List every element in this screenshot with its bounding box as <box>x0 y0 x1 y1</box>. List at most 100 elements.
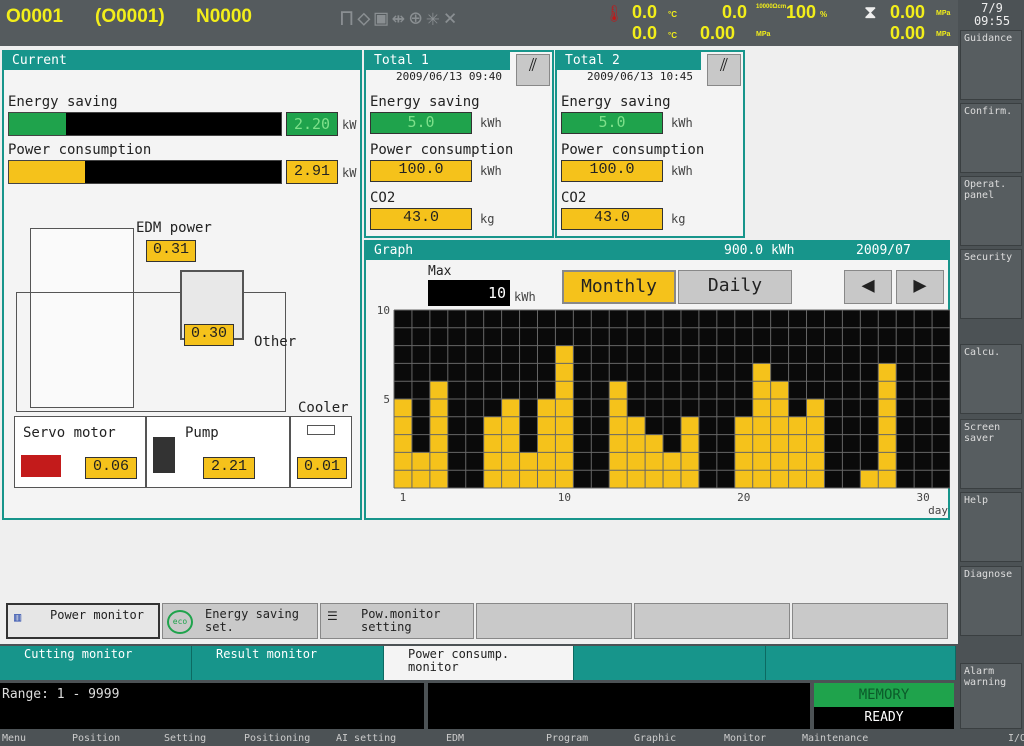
energy-saving-label: Energy saving <box>8 94 118 110</box>
total1-title: Total 1 <box>366 52 510 70</box>
softkey-energy-saving-set[interactable]: eco Energy saving set. <box>162 603 318 639</box>
total2-power-unit: kWh <box>671 164 693 178</box>
graph-period: 2009/07 <box>856 243 911 258</box>
bar-day-21 <box>752 363 771 488</box>
softkey-pow-monitor-setting[interactable]: ☰ Pow.monitor setting <box>320 603 474 639</box>
y-tick-label: 10 <box>377 306 390 317</box>
x-tick-label: 20 <box>737 491 750 504</box>
menu-monitor[interactable]: Monitor <box>724 733 766 744</box>
x-tick-label: 30 <box>916 491 929 504</box>
current-title: Current <box>4 52 360 70</box>
max-input[interactable]: 10 <box>428 280 510 306</box>
total1-energy-unit: kWh <box>480 116 502 130</box>
graph-header: Graph 900.0 kWh 2009/07 <box>366 242 948 260</box>
menu-graphic[interactable]: Graphic <box>634 733 676 744</box>
monthly-button[interactable]: Monthly <box>562 270 676 304</box>
total2-power-label: Power consumption <box>561 142 705 158</box>
softkey-power-monitor[interactable]: ▥ Power monitor <box>6 603 160 639</box>
sidebar-operat-panel[interactable]: Operat. panel <box>960 176 1022 246</box>
softkey-label: Power monitor <box>50 608 144 622</box>
tab-empty-5[interactable] <box>766 646 956 680</box>
power-consumption-bar <box>8 160 282 184</box>
menu-maintenance[interactable]: Maintenance <box>802 733 868 744</box>
bar-day-27 <box>860 470 879 488</box>
menu-ai-setting[interactable]: AI setting <box>336 733 396 744</box>
cooler-icon <box>307 425 335 435</box>
total2-co2-unit: kg <box>671 212 686 226</box>
energy-saving-value: 2.20 <box>286 112 338 136</box>
menu-position[interactable]: Position <box>72 733 120 744</box>
servo-motor-label: Servo motor <box>23 425 116 441</box>
time: 09:55 <box>973 14 1011 28</box>
main-area: Current Energy saving 2.20 kW Power cons… <box>0 46 958 644</box>
menu-io[interactable]: I/O <box>1008 733 1024 744</box>
next-arrow-button[interactable]: ▶ <box>896 270 944 304</box>
total2-title: Total 2 <box>557 52 701 70</box>
current-panel: Current Energy saving 2.20 kW Power cons… <box>2 50 362 520</box>
menu-edm[interactable]: EDM <box>446 733 464 744</box>
bar-chart-icon: ▥ <box>14 610 22 624</box>
sidebar-diagnose[interactable]: Diagnose <box>960 566 1022 636</box>
softkey-empty-5[interactable] <box>634 603 790 639</box>
total1-co2-value: 43.0 <box>370 208 472 230</box>
sidebar-alarm-warning[interactable]: Alarm warning <box>960 663 1022 729</box>
daily-button[interactable]: Daily <box>678 270 792 304</box>
bar-day-28 <box>878 363 897 488</box>
temp2-value: 0.0 <box>632 23 658 43</box>
message-area <box>428 683 810 729</box>
pump-value: 2.21 <box>203 457 255 479</box>
softkey-empty-6[interactable] <box>792 603 948 639</box>
sidebar-calcu[interactable]: Calcu. <box>960 344 1022 414</box>
menu-setting[interactable]: Setting <box>164 733 206 744</box>
resistivity-value: 0.0 <box>722 2 748 22</box>
total1-co2-label: CO2 <box>370 190 396 206</box>
total1-power-unit: kWh <box>480 164 502 178</box>
override-value: 100 <box>786 2 817 22</box>
program-number: O0001 <box>6 6 64 27</box>
total2-energy-unit: kWh <box>671 116 693 130</box>
eco-icon: eco <box>167 610 193 634</box>
total2-energy-value: 5.0 <box>561 112 663 134</box>
thermometer-icon: 🌡 <box>604 4 625 23</box>
softkey-empty-4[interactable] <box>476 603 632 639</box>
machine-base <box>16 292 286 412</box>
tab-result-monitor[interactable]: Result monitor <box>192 646 384 680</box>
menu-positioning[interactable]: Positioning <box>244 733 310 744</box>
sidebar-help[interactable]: Help <box>960 492 1022 562</box>
bar-day-7 <box>501 399 520 488</box>
cooler-box: 0.01 <box>290 416 352 488</box>
pressure3-unit: MPa <box>936 31 951 38</box>
total1-reset-button[interactable]: ⫽ <box>516 54 550 86</box>
bar-day-15 <box>645 434 664 488</box>
cooler-label: Cooler <box>298 400 349 416</box>
menu-menu[interactable]: Menu <box>2 733 26 744</box>
menu-program[interactable]: Program <box>546 733 588 744</box>
tab-empty-4[interactable] <box>574 646 766 680</box>
machine-function-icons: ⊓◇▣⇹⊕✳⨯ <box>340 6 461 31</box>
sidebar-screen-saver[interactable]: Screen saver <box>960 419 1022 489</box>
total2-reset-button[interactable]: ⫽ <box>707 54 741 86</box>
total1-co2-unit: kg <box>480 212 495 226</box>
sidebar-security[interactable]: Security <box>960 249 1022 319</box>
other-label: Other <box>254 334 297 350</box>
sidebar-confirm[interactable]: Confirm. <box>960 103 1022 173</box>
program-number-paren: (O0001) <box>95 6 165 27</box>
total1-energy-label: Energy saving <box>370 94 480 110</box>
prev-arrow-button[interactable]: ◀ <box>844 270 892 304</box>
pressure3-value: 0.00 <box>890 23 926 43</box>
servo-motor-box: Servo motor 0.06 <box>14 416 146 488</box>
ready-indicator: READY <box>814 707 954 729</box>
servo-motor-icon <box>21 455 61 477</box>
total2-energy-label: Energy saving <box>561 94 671 110</box>
total1-power-value: 100.0 <box>370 160 472 182</box>
cooler-value: 0.01 <box>297 457 347 479</box>
mode-indicator: MEMORY <box>814 683 954 707</box>
sidebar-guidance[interactable]: Guidance <box>960 30 1022 100</box>
energy-saving-unit: kW <box>342 118 357 132</box>
total2-panel: Total 2 2009/06/13 10:45 ⫽ Energy saving… <box>555 50 745 238</box>
tab-cutting-monitor[interactable]: Cutting monitor <box>0 646 192 680</box>
tab-power-consump-monitor[interactable]: Power consump. monitor <box>384 646 574 680</box>
edm-power-value: 0.31 <box>146 240 196 262</box>
total1-energy-value: 5.0 <box>370 112 472 134</box>
graph-panel: Graph 900.0 kWh 2009/07 Max 10 kWh Month… <box>364 240 950 520</box>
